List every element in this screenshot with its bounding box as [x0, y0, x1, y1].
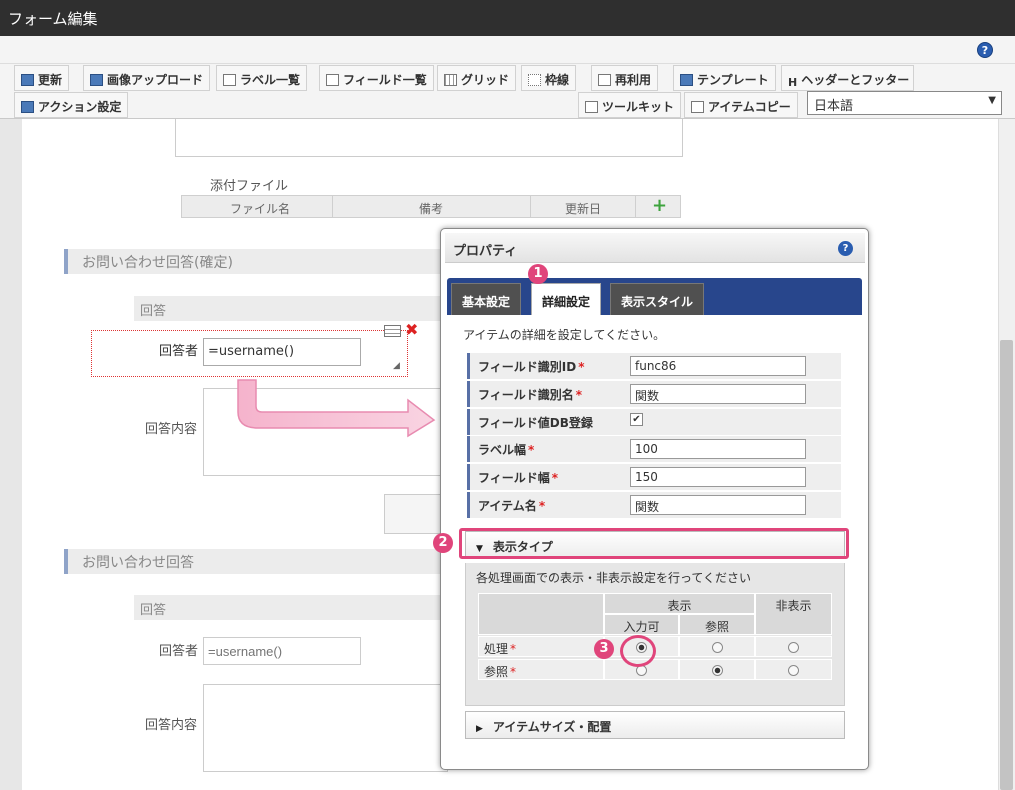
flow-arrow — [237, 379, 436, 438]
grid-icon — [444, 74, 457, 86]
dialog-header: プロパティ? — [445, 233, 865, 263]
textarea-stub[interactable] — [175, 119, 683, 157]
scrollbar-thumb[interactable] — [1000, 340, 1013, 790]
row-process-label: 処理 * — [478, 636, 604, 657]
list-icon — [326, 74, 339, 86]
section-heading: お問い合わせ回答(確定) — [64, 249, 444, 274]
respondent-label: 回答者 — [159, 644, 199, 659]
subsection-heading: 回答 — [134, 296, 444, 321]
dialog-tabs: 基本設定 詳細設定 表示スタイル — [447, 278, 862, 315]
attach-table: ファイル名 備考 更新日 — [181, 195, 681, 218]
property-dialog: プロパティ? 基本設定 詳細設定 表示スタイル アイテムの詳細を設定してください… — [440, 228, 869, 770]
tab-basic-settings[interactable]: 基本設定 — [451, 283, 522, 315]
chevron-down-icon: ▼ — [988, 95, 996, 106]
radio-ref-ref[interactable] — [711, 665, 723, 676]
reuse-button[interactable]: 再利用 — [591, 65, 659, 91]
tab-detail-settings[interactable]: 詳細設定 — [531, 283, 602, 315]
prop-label-width: ラベル幅 * 100 — [467, 436, 841, 462]
prop-field-name: フィールド識別名 * 関数 — [467, 381, 841, 407]
col-hide: 非表示 — [755, 593, 832, 635]
radio-process-ref[interactable] — [711, 642, 723, 653]
respondent-input[interactable] — [203, 637, 361, 665]
image-upload-button[interactable]: 画像アップロード — [83, 65, 211, 91]
window-title: フォーム編集 — [0, 0, 1015, 36]
field-id-input[interactable]: func86 — [630, 356, 806, 376]
respondent-input[interactable]: =username() — [203, 338, 361, 366]
content-label: 回答内容 — [145, 422, 198, 437]
attach-col-filename: ファイル名 — [230, 202, 291, 216]
image-icon — [90, 74, 103, 86]
dialog-description: アイテムの詳細を設定してください。 — [463, 328, 666, 342]
action-icon — [21, 101, 34, 113]
action-settings-button[interactable]: アクション設定 — [14, 92, 129, 118]
caret-right-icon: ▶ — [476, 724, 483, 734]
step-badge: 1 — [528, 264, 548, 284]
content-label: 回答内容 — [145, 718, 198, 733]
row-ref-label: 参照 * — [478, 659, 604, 680]
header-icon: H — [788, 76, 798, 89]
border-icon — [528, 74, 541, 86]
briefcase-icon — [585, 101, 598, 113]
border-button[interactable]: 枠線 — [521, 65, 577, 91]
tab-display-style[interactable]: 表示スタイル — [610, 283, 705, 315]
item-name-input[interactable]: 関数 — [630, 495, 806, 515]
language-select[interactable]: 日本語 ▼ — [807, 91, 1002, 115]
prop-db-register: フィールド値DB登録 ✔ — [467, 409, 841, 435]
radio-ref-hide[interactable] — [788, 665, 799, 676]
highlight-box — [459, 528, 849, 559]
respondent-label: 回答者 — [159, 344, 199, 359]
field-width-input[interactable]: 150 — [630, 467, 806, 487]
add-attachment-button[interactable]: + — [652, 197, 667, 215]
help-icon[interactable]: ? — [838, 241, 853, 256]
attach-col-updated: 更新日 — [565, 202, 602, 216]
header-footer-button[interactable]: H ヘッダーとフッター — [781, 65, 914, 91]
step-badge: 2 — [433, 533, 453, 553]
item-copy-button[interactable]: アイテムコピー — [684, 92, 798, 118]
section-heading: お問い合わせ回答 — [64, 549, 444, 574]
help-bar: ? — [0, 36, 1015, 64]
field-name-input[interactable]: 関数 — [630, 384, 806, 404]
button-stub[interactable] — [384, 494, 444, 534]
content-textarea[interactable] — [203, 684, 448, 772]
step-badge: 3 — [594, 639, 614, 659]
db-register-checkbox[interactable]: ✔ — [630, 413, 643, 426]
label-width-input[interactable]: 100 — [630, 439, 806, 459]
delete-icon[interactable]: ✖ — [405, 320, 418, 339]
col-input: 入力可 — [604, 614, 679, 635]
prop-field-id: フィールド識別ID * func86 — [467, 353, 841, 379]
label-list-button[interactable]: ラベル一覧 — [216, 65, 308, 91]
toolkit-button[interactable]: ツールキット — [578, 92, 682, 118]
resize-handle-icon[interactable]: ◢ — [393, 361, 400, 371]
item-size-accordion[interactable]: ▶ アイテムサイズ・配置 — [465, 711, 845, 739]
col-ref: 参照 — [679, 614, 755, 635]
help-icon[interactable]: ? — [977, 42, 993, 58]
template-button[interactable]: テンプレート — [673, 65, 776, 91]
briefcase-icon — [691, 101, 704, 113]
subsection-heading: 回答 — [134, 595, 444, 620]
attach-label: 添付ファイル — [210, 179, 289, 194]
template-icon — [680, 74, 693, 86]
field-list-button[interactable]: フィールド一覧 — [319, 65, 434, 91]
highlight-circle — [620, 635, 656, 667]
col-show: 表示 — [604, 593, 755, 614]
prop-field-width: フィールド幅 * 150 — [467, 464, 841, 490]
update-button[interactable]: 更新 — [14, 65, 70, 91]
radio-process-hide[interactable] — [788, 642, 799, 653]
display-type-description: 各処理画面での表示・非表示設定を行ってください — [476, 571, 752, 585]
display-type-panel: 各処理画面での表示・非表示設定を行ってください 表示 非表示 入力可 参照 処理… — [465, 563, 845, 706]
attach-col-note: 備考 — [419, 202, 444, 216]
update-icon — [21, 74, 34, 86]
grid-button[interactable]: グリッド — [437, 65, 517, 91]
document-icon — [598, 74, 611, 86]
table-icon[interactable] — [384, 325, 401, 337]
prop-item-name: アイテム名 * 関数 — [467, 492, 841, 518]
list-icon — [223, 74, 236, 86]
